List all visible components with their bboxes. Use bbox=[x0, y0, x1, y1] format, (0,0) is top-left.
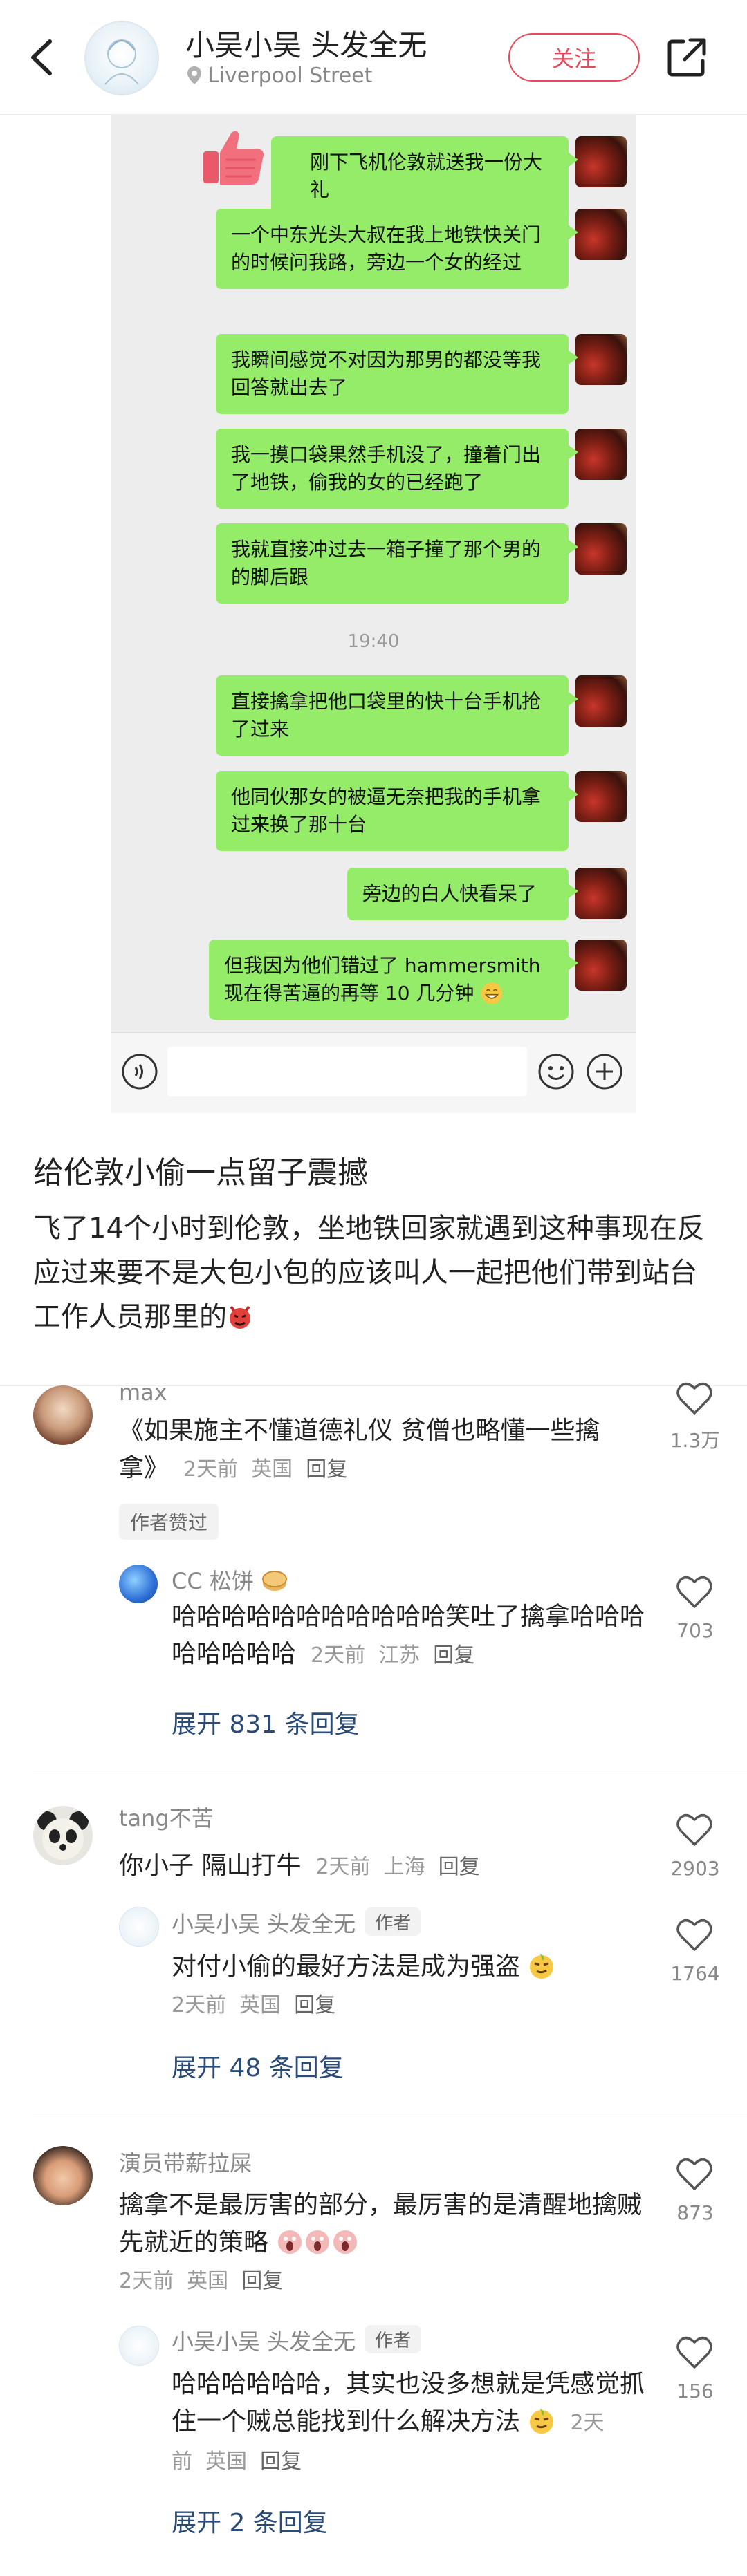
commenter-name[interactable]: 演员带薪拉屎 bbox=[119, 2146, 252, 2178]
commenter-name-row[interactable]: 小吴小吴 头发全无 作者 bbox=[172, 1907, 421, 1939]
chat-avatar bbox=[575, 771, 627, 822]
commenter-avatar[interactable] bbox=[33, 2146, 93, 2205]
reply-link[interactable]: 回复 bbox=[294, 1993, 335, 2017]
reply-link[interactable]: 回复 bbox=[439, 1855, 480, 1879]
expand-replies-link[interactable]: 展开 48 条回复 bbox=[172, 2048, 344, 2084]
comment-text[interactable]: 对付小偷的最好方法是成为强盗 2天前 英国 回复 bbox=[172, 1948, 656, 2024]
author-avatar[interactable] bbox=[84, 21, 159, 95]
commenter-name-row[interactable]: 小吴小吴 头发全无 作者 bbox=[172, 2324, 421, 2356]
author-avatar-small[interactable] bbox=[119, 2326, 159, 2366]
reply-link[interactable]: 回复 bbox=[306, 1457, 347, 1482]
screaming-face-emoji-icon bbox=[333, 2230, 358, 2254]
comment-meta: 2天前 江苏 回复 bbox=[311, 1643, 475, 1668]
chat-timestamp: 19:40 bbox=[347, 631, 400, 652]
post-title: 给伦敦小偷一点留子震撼 bbox=[33, 1155, 368, 1191]
commenter-avatar[interactable] bbox=[119, 1565, 158, 1603]
screaming-face-emoji-icon bbox=[278, 2230, 302, 2254]
comment-text[interactable]: 你小子 隔山打牛 2天前 上海 回复 bbox=[119, 1847, 645, 1886]
chat-message: 我一摸口袋果然手机没了，撞着门出了地铁，偷我的女的已经跑了 bbox=[216, 429, 578, 509]
commenter-name[interactable]: max bbox=[119, 1379, 167, 1406]
author-tag: 作者 bbox=[365, 1907, 421, 1936]
post-body: 飞了14个小时到伦敦，坐地铁回家就遇到这种事现在反应过来要不是大包小包的应该叫人… bbox=[33, 1213, 705, 1333]
chat-avatar bbox=[575, 334, 627, 385]
chat-avatar bbox=[575, 523, 627, 575]
like-count: 703 bbox=[676, 1619, 714, 1642]
chat-avatar bbox=[575, 940, 627, 991]
heart-icon[interactable] bbox=[675, 2334, 714, 2370]
like-count: 873 bbox=[676, 2201, 714, 2224]
chat-text-field bbox=[167, 1047, 527, 1096]
plus-circle-icon bbox=[587, 1054, 622, 1090]
author-avatar-small[interactable] bbox=[119, 1907, 159, 1947]
chat-avatar bbox=[575, 136, 627, 187]
chat-message: 但我因为他们错过了 hammersmith 现在得苦逼的再等 10 几分钟 bbox=[209, 940, 578, 1020]
sly-face-emoji-icon bbox=[530, 2409, 554, 2434]
like-count: 1764 bbox=[670, 1962, 720, 1985]
expand-replies-link[interactable]: 展开 2 条回复 bbox=[172, 2503, 328, 2539]
heart-icon[interactable] bbox=[675, 1380, 714, 1416]
thumbs-up-sticker-icon bbox=[203, 131, 264, 185]
back-arrow-icon[interactable] bbox=[21, 33, 62, 82]
panda-icon bbox=[37, 1811, 89, 1860]
reply-link[interactable]: 回复 bbox=[433, 1643, 474, 1668]
reply-link[interactable]: 回复 bbox=[260, 2449, 302, 2474]
commenter-name-row[interactable]: CC 松饼 bbox=[172, 1564, 288, 1596]
chat-message: 一个中东光头大叔在我上地铁快关门的时候问我路，旁边一个女的经过 bbox=[216, 209, 578, 289]
chat-message: 我就直接冲过去一箱子撞了那个男的的脚后跟 bbox=[216, 523, 578, 604]
heart-icon[interactable] bbox=[675, 1811, 714, 1847]
chat-screenshot-image[interactable]: 刚下飞机伦敦就送我一份大礼 一个中东光头大叔在我上地铁快关门的时候问我路，旁边一… bbox=[111, 114, 636, 1113]
heart-icon[interactable] bbox=[675, 1574, 714, 1609]
commenter-avatar[interactable] bbox=[33, 1385, 93, 1445]
chat-input-bar bbox=[111, 1032, 636, 1113]
screaming-face-emoji-icon bbox=[306, 2230, 330, 2254]
chat-avatar bbox=[575, 868, 627, 919]
heart-icon[interactable] bbox=[675, 2156, 714, 2192]
comment-text[interactable]: 哈哈哈哈哈哈，其实也没多想就是凭感觉抓住一个贼总能找到什么解决方法 2天前 英国… bbox=[172, 2366, 656, 2481]
voice-icon bbox=[122, 1054, 158, 1090]
emoji-face-icon bbox=[538, 1054, 574, 1090]
reply-link[interactable]: 回复 bbox=[241, 2269, 283, 2293]
follow-button[interactable]: 关注 bbox=[508, 33, 640, 82]
comment-text[interactable]: 《如果施主不懂道德礼仪 贫僧也略懂一些擒拿》 2天前 英国 回复 bbox=[119, 1412, 645, 1488]
like-count: 1.3万 bbox=[670, 1429, 721, 1452]
author-tag: 作者 bbox=[365, 2325, 421, 2353]
heart-icon[interactable] bbox=[675, 1916, 714, 1952]
divider bbox=[0, 1385, 747, 1386]
location-row[interactable]: Liverpool Street bbox=[187, 64, 372, 88]
share-icon[interactable] bbox=[663, 33, 711, 82]
chat-message: 他同伙那女的被逼无奈把我的手机拿过来换了那十台 bbox=[216, 771, 578, 851]
chat-message-text: 但我因为他们错过了 hammersmith 现在得苦逼的再等 10 几分钟 bbox=[209, 940, 578, 1020]
chat-avatar bbox=[575, 675, 627, 727]
chat-message: 我瞬间感觉不对因为那男的都没等我回答就出去了 bbox=[216, 334, 578, 414]
chat-avatar bbox=[575, 429, 627, 480]
author-name[interactable]: 小吴小吴 头发全无 bbox=[185, 22, 427, 64]
commenter-avatar[interactable] bbox=[33, 1806, 93, 1865]
top-bar: 小吴小吴 头发全无 Liverpool Street 关注 bbox=[0, 0, 747, 115]
location-pin-icon bbox=[187, 66, 201, 84]
devil-emoji-icon bbox=[230, 1305, 250, 1329]
commenter-name[interactable]: tang不苦 bbox=[119, 1801, 214, 1833]
comment-meta: 2天前 英国 回复 bbox=[183, 1457, 348, 1482]
location-text: Liverpool Street bbox=[208, 64, 373, 88]
comment-meta: 2天前 上海 回复 bbox=[315, 1855, 480, 1879]
grin-emoji-icon bbox=[481, 982, 503, 1005]
chat-avatar bbox=[575, 209, 627, 260]
sly-face-emoji-icon bbox=[530, 1954, 554, 1979]
comment-meta: 2天前 英国 回复 bbox=[119, 2269, 284, 2293]
like-count: 156 bbox=[676, 2380, 714, 2402]
like-count: 2903 bbox=[670, 1857, 720, 1880]
chat-message: 刚下飞机伦敦就送我一份大礼 bbox=[271, 136, 578, 216]
author-liked-tag: 作者赞过 bbox=[119, 1504, 219, 1540]
chat-message: 直接擒拿把他口袋里的快十台手机抢了过来 bbox=[216, 675, 578, 756]
comment-meta: 2天前 英国 回复 bbox=[172, 1993, 336, 2017]
chat-message: 旁边的白人快看呆了 bbox=[347, 868, 578, 920]
comment-text[interactable]: 擒拿不是最厉害的部分，最厉害的是清醒地擒贼先就近的策略 2天前 英国 回复 bbox=[119, 2187, 645, 2300]
expand-replies-link[interactable]: 展开 831 条回复 bbox=[172, 1704, 360, 1740]
comment-text[interactable]: 哈哈哈哈哈哈哈哈哈哈哈笑吐了擒拿哈哈哈哈哈哈哈哈 2天前 江苏 回复 bbox=[172, 1598, 656, 1674]
mooncake-emoji-icon bbox=[262, 1571, 288, 1591]
